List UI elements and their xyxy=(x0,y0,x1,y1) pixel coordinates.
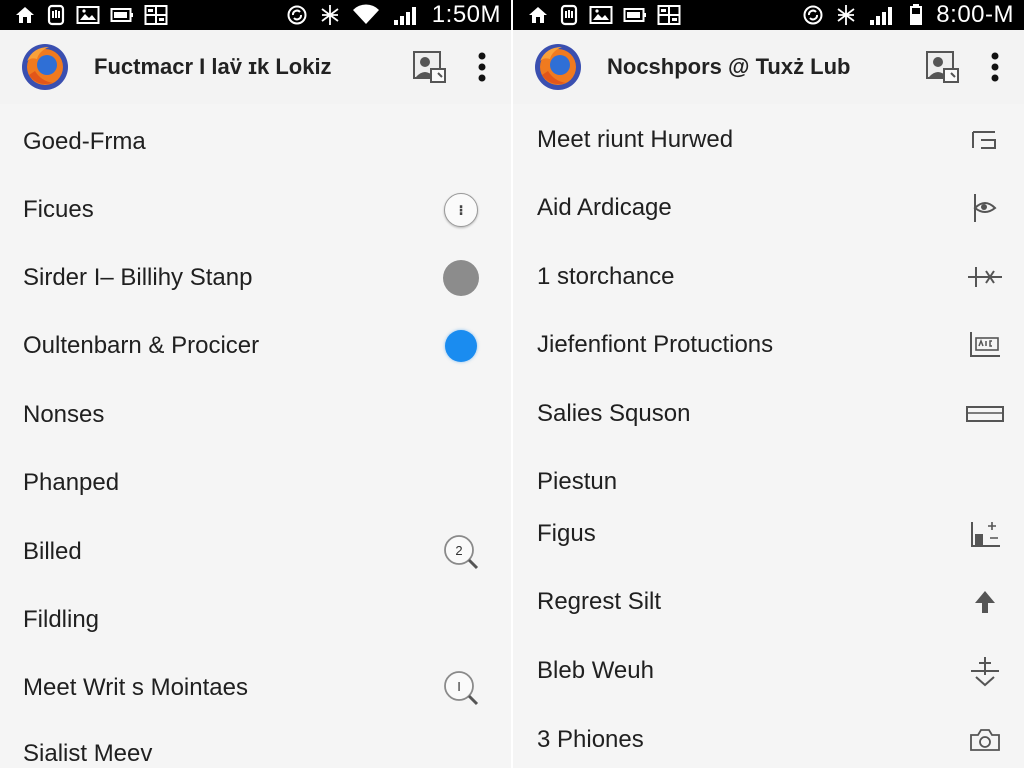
list-item[interactable]: Sialist Meev xyxy=(0,722,511,768)
bluetooth-icon xyxy=(320,0,340,30)
list-item[interactable]: Regrest Silt xyxy=(513,570,1024,634)
list-item[interactable]: Figus xyxy=(513,502,1024,566)
info-circle-text: ⁝ xyxy=(444,193,478,227)
blue-dot-icon[interactable] xyxy=(442,327,480,365)
chart-glyph-icon[interactable] xyxy=(965,514,1005,554)
list-item[interactable]: Meet riunt Hurwed xyxy=(513,108,1024,172)
image-notification-icon xyxy=(589,0,613,30)
camera-outline-icon[interactable] xyxy=(965,720,1005,760)
list-item[interactable]: Phanped xyxy=(0,451,511,515)
list-item[interactable]: Aid Ardicage xyxy=(513,176,1024,240)
gray-circle-icon[interactable] xyxy=(442,259,480,297)
contact-card-icon[interactable] xyxy=(924,49,960,85)
battery-outline-icon xyxy=(623,0,647,30)
contact-card-icon[interactable] xyxy=(411,49,447,85)
overflow-menu-icon[interactable] xyxy=(990,51,1000,83)
list-item[interactable]: Oultenbarn & Procicer xyxy=(0,314,511,378)
list-item-label: Bleb Weuh xyxy=(537,657,654,684)
app-title: Fuctmacr I lav̈ ɪk Lokiz xyxy=(94,54,332,79)
search-badge-icon[interactable]: I xyxy=(442,669,480,707)
battery-icon xyxy=(908,0,924,30)
list-item[interactable]: Goed-Frma xyxy=(0,110,511,174)
list-item[interactable]: Sirder I– Billihy Stanp xyxy=(0,246,511,310)
list-item-label: Goed-Frma xyxy=(23,128,146,155)
list-item-label: Salies Squson xyxy=(537,400,691,427)
app-bar: Nocshpors @ Tuxż Lub xyxy=(513,30,1024,104)
battery-outline-icon xyxy=(110,0,134,30)
arrow-up-icon[interactable] xyxy=(965,582,1005,622)
list-item-label: Billed xyxy=(23,538,82,565)
list-item-label: Phanped xyxy=(23,469,120,496)
phone-screen-left: 1:50M Fuctmacr I lav̈ ɪk Lokiz Goed-Frma xyxy=(0,0,511,768)
list-item[interactable]: Fildling xyxy=(0,588,511,652)
app-bar: Fuctmacr I lav̈ ɪk Lokiz xyxy=(0,30,511,104)
balance-icon[interactable] xyxy=(965,651,1005,691)
overflow-menu-icon[interactable] xyxy=(477,51,487,83)
list-item-label: 3 Phiones xyxy=(537,726,644,753)
list-item-label: Sirder I– Billihy Stanp xyxy=(23,264,253,291)
list-item[interactable]: Nonses xyxy=(0,383,511,447)
list-item[interactable]: Billed 2 xyxy=(0,520,511,584)
abc-glyph-icon[interactable] xyxy=(965,325,1005,365)
image-notification-icon xyxy=(76,0,100,30)
list-item-label: Jiefenfiont Protuctions xyxy=(537,331,774,358)
list-item-label: Regrest Silt xyxy=(537,588,662,615)
home-icon xyxy=(14,0,36,30)
list-item-label: Fildling xyxy=(23,606,100,633)
bracket-glyph-icon[interactable] xyxy=(965,120,1005,160)
status-bar: 1:50M xyxy=(0,0,511,30)
firefox-logo-icon[interactable] xyxy=(531,40,585,94)
app-title: Nocshpors @ Tuxż Lub xyxy=(607,54,851,79)
info-circle-icon[interactable]: ⁝ xyxy=(442,191,480,229)
list-item-label: Piestun xyxy=(537,468,618,495)
search-badge-icon[interactable]: 2 xyxy=(442,533,480,571)
list-item[interactable]: 3 Phiones xyxy=(513,708,1024,768)
search-badge-text: 2 xyxy=(455,543,462,558)
home-icon xyxy=(527,0,549,30)
list-item-label: Oultenbarn & Procicer xyxy=(23,332,260,359)
list-item[interactable]: 1 storchance xyxy=(513,245,1024,309)
status-time: 1:50M xyxy=(431,1,501,28)
ruler-icon[interactable] xyxy=(965,394,1005,434)
menu-list: Goed-Frma Ficues ⁝ Sirder I– Billihy Sta… xyxy=(0,104,511,768)
list-item-label: Sialist Meev xyxy=(23,740,153,767)
list-item-label: Meet riunt Hurwed xyxy=(537,126,734,153)
grid-notification-icon xyxy=(657,0,681,30)
list-item[interactable]: Ficues ⁝ xyxy=(0,178,511,242)
eye-flag-icon[interactable] xyxy=(965,188,1005,228)
list-item-label: Meet Writ s Mointaes xyxy=(23,674,248,701)
menu-list: Meet riunt Hurwed Aid Ardicage 1 storcha… xyxy=(513,104,1024,768)
hand-icon xyxy=(559,0,579,30)
signal-icon xyxy=(868,0,896,30)
bluetooth-icon xyxy=(836,0,856,30)
list-item-label: Aid Ardicage xyxy=(537,194,672,221)
list-item-label: 1 storchance xyxy=(537,263,675,290)
cross-link-icon[interactable] xyxy=(965,257,1005,297)
phone-screen-right: 8:00-M Nocshpors @ Tuxż Lub Meet riunt H… xyxy=(513,0,1024,768)
list-item[interactable]: Jiefenfiont Protuctions xyxy=(513,313,1024,377)
status-time: 8:00-M xyxy=(936,1,1014,28)
sync-icon xyxy=(802,0,824,30)
list-item[interactable]: Meet Writ s Mointaes I xyxy=(0,656,511,720)
signal-icon xyxy=(392,0,420,30)
list-item[interactable]: Bleb Weuh xyxy=(513,639,1024,703)
search-badge-text: I xyxy=(457,679,461,694)
grid-notification-icon xyxy=(144,0,168,30)
list-item[interactable]: Salies Squson xyxy=(513,382,1024,446)
sync-icon xyxy=(286,0,308,30)
hand-icon xyxy=(46,0,66,30)
firefox-logo-icon[interactable] xyxy=(18,40,72,94)
list-item-label: Nonses xyxy=(23,401,105,428)
status-bar: 8:00-M xyxy=(513,0,1024,30)
wifi-icon xyxy=(352,0,380,30)
list-item-label: Ficues xyxy=(23,196,94,223)
list-item-label: Figus xyxy=(537,520,596,547)
